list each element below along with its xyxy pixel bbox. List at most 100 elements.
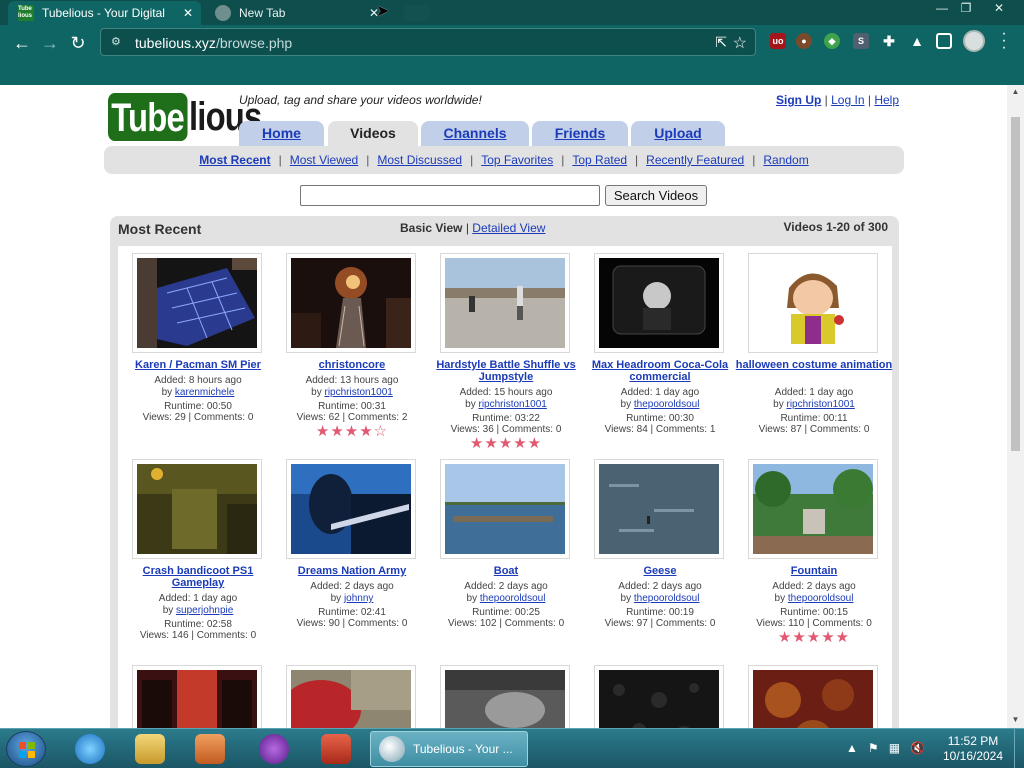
red-app-icon[interactable] <box>308 732 364 766</box>
scroll-up-icon[interactable]: ▲ <box>1010 87 1021 97</box>
subnav-top-favorites[interactable]: Top Favorites <box>481 153 553 167</box>
volume-muted-icon[interactable]: 🔇 <box>910 741 925 755</box>
ublock-extension-icon[interactable]: uo <box>770 33 786 49</box>
video-title-link[interactable]: Karen / Pacman SM Pier <box>118 359 278 371</box>
subnav-random[interactable]: Random <box>763 153 808 167</box>
video-added: Added: 2 days ago <box>772 581 856 592</box>
show-desktop-button[interactable] <box>1014 729 1024 768</box>
forward-arrow-icon[interactable]: → <box>38 32 62 56</box>
tab-new-tab[interactable]: ● New Tab ✕ <box>207 1 387 25</box>
video-title-link[interactable]: Max Headroom Coca-Cola commercial <box>580 359 740 383</box>
video-title-link[interactable]: christoncore <box>272 359 432 371</box>
video-stats: Views: 102 | Comments: 0 <box>447 618 565 629</box>
menu-kebab-icon[interactable]: · · · <box>998 26 1010 56</box>
subnav-most-discussed[interactable]: Most Discussed <box>377 153 462 167</box>
uploader-link[interactable]: karenmichele <box>175 387 234 398</box>
new-tab-button[interactable] <box>404 5 430 21</box>
start-button[interactable] <box>6 731 46 767</box>
uploader-link[interactable]: ripchriston1001 <box>786 399 854 410</box>
clock-date: 10/16/2024 <box>942 749 1004 763</box>
puzzle-extensions-icon[interactable]: ✚ <box>881 33 897 49</box>
video-stats: Views: 84 | Comments: 1 <box>604 424 716 435</box>
uploader-link[interactable]: ripchriston1001 <box>478 399 546 410</box>
close-tab-icon[interactable]: ✕ <box>179 6 197 20</box>
uploader-link[interactable]: thepooroldsoul <box>634 593 700 604</box>
tab-tubelious[interactable]: Tube lious Tubelious - Your Digital ✕ <box>8 1 201 25</box>
share-icon[interactable]: ⇱ <box>715 34 727 51</box>
log-in-link[interactable]: Log In <box>831 93 864 107</box>
logo-tube: Tube <box>108 93 188 141</box>
video-thumbnail[interactable] <box>286 459 416 559</box>
file-explorer-icon[interactable] <box>122 732 178 766</box>
video-thumbnail[interactable] <box>132 459 262 559</box>
video-title-link[interactable]: Dreams Nation Army <box>272 565 432 577</box>
video-thumbnail[interactable] <box>286 253 416 353</box>
tab-upload[interactable]: Upload <box>631 121 725 146</box>
restore-icon[interactable]: ❐ <box>950 0 982 18</box>
scroll-down-icon[interactable]: ▼ <box>1010 715 1021 725</box>
scrollbar-thumb[interactable] <box>1011 117 1020 451</box>
video-title-link[interactable]: Hardstyle Battle Shuffle vs Jumpstyle <box>426 359 586 383</box>
tab-videos[interactable]: Videos <box>328 121 418 147</box>
video-thumbnail[interactable] <box>440 665 570 728</box>
uploader-link[interactable]: johnny <box>344 593 373 604</box>
video-thumbnail[interactable] <box>440 253 570 353</box>
uploader-link[interactable]: ripchriston1001 <box>324 387 392 398</box>
taskbar-browser-window[interactable]: Tubelious - Your ... <box>370 731 528 767</box>
video-title-link[interactable]: Geese <box>580 565 740 577</box>
video-thumbnail[interactable] <box>748 459 878 559</box>
video-thumbnail[interactable] <box>132 253 262 353</box>
video-added: Added: 1 day ago <box>620 387 700 398</box>
s-extension-icon[interactable]: S <box>853 33 869 49</box>
network-icon[interactable]: ▦ <box>889 741 900 755</box>
page-scrollbar[interactable]: ▲ ▼ <box>1007 85 1024 728</box>
profile-avatar[interactable] <box>963 30 985 52</box>
rating-stars: ★★★★★ <box>469 435 543 452</box>
sidebar-icon[interactable] <box>936 33 952 49</box>
system-clock[interactable]: 11:52 PM 10/16/2024 <box>938 734 1008 764</box>
tab-friends[interactable]: Friends <box>532 121 628 146</box>
search-input[interactable] <box>300 185 600 206</box>
subnav-most-recent[interactable]: Most Recent <box>199 153 270 167</box>
uploader-link[interactable]: superjohnpie <box>176 605 233 616</box>
video-title-link[interactable]: Boat <box>426 565 586 577</box>
close-window-icon[interactable]: ✕ <box>980 0 1018 18</box>
cookie-extension-icon[interactable]: ● <box>796 33 812 49</box>
back-arrow-icon[interactable]: ← <box>10 32 34 56</box>
show-hidden-icons-icon[interactable]: ▲ <box>846 741 858 755</box>
video-title-link[interactable]: halloween costume animation <box>734 359 894 371</box>
tab-home[interactable]: Home <box>239 121 324 146</box>
media-player-icon[interactable] <box>182 732 238 766</box>
video-thumbnail[interactable] <box>594 665 724 728</box>
flag-icon[interactable]: ⚑ <box>868 741 879 755</box>
subnav-top-rated[interactable]: Top Rated <box>572 153 627 167</box>
subnav-recently-featured[interactable]: Recently Featured <box>646 153 744 167</box>
address-bar[interactable]: ⚙ tubelious.xyz/browse.php ⇱ ☆ <box>100 28 756 56</box>
video-thumbnail[interactable] <box>748 253 878 353</box>
sign-up-link[interactable]: Sign Up <box>776 93 821 107</box>
video-thumbnail[interactable] <box>594 459 724 559</box>
video-thumbnail[interactable] <box>281 665 416 728</box>
video-thumbnail[interactable] <box>440 459 570 559</box>
colorful-extension-icon[interactable]: ◆ <box>824 33 840 49</box>
uploader-link[interactable]: thepooroldsoul <box>634 399 700 410</box>
bookmark-star-icon[interactable]: ☆ <box>733 33 747 53</box>
detailed-view-link[interactable]: Detailed View <box>472 221 545 235</box>
reload-icon[interactable]: ↻ <box>66 32 90 56</box>
uploader-link[interactable]: thepooroldsoul <box>480 593 546 604</box>
help-link[interactable]: Help <box>874 93 899 107</box>
video-title-link[interactable]: Crash bandicoot PS1 Gameplay <box>118 565 278 589</box>
uploader-link[interactable]: thepooroldsoul <box>788 593 854 604</box>
purple-app-icon[interactable] <box>246 732 302 766</box>
video-uploader: by thepooroldsoul <box>620 593 700 604</box>
site-info-icon[interactable]: ⚙ <box>111 35 125 49</box>
video-title-link[interactable]: Fountain <box>734 565 894 577</box>
subnav-most-viewed[interactable]: Most Viewed <box>290 153 358 167</box>
tab-channels[interactable]: Channels <box>421 121 529 146</box>
video-thumbnail[interactable] <box>132 665 262 728</box>
flask-icon[interactable]: ▲ <box>909 33 925 49</box>
video-thumbnail[interactable] <box>748 665 878 728</box>
video-thumbnail[interactable] <box>594 253 724 353</box>
internet-explorer-icon[interactable] <box>62 732 118 766</box>
search-videos-button[interactable]: Search Videos <box>605 185 707 206</box>
